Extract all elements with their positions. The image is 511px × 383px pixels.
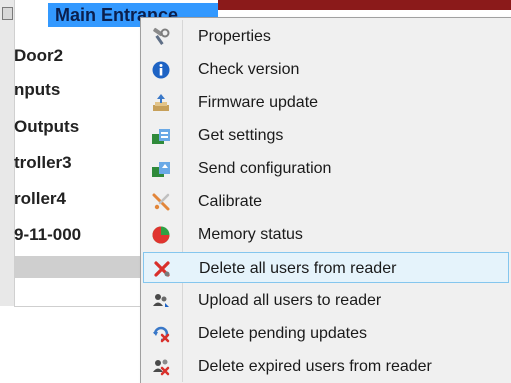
menu-item-firmware-update[interactable]: Firmware update — [143, 87, 509, 118]
tree-item-inputs[interactable]: nputs — [14, 80, 60, 100]
menu-item-send-configuration[interactable]: Send configuration — [143, 153, 509, 184]
menu-item-label: Firmware update — [198, 94, 319, 111]
menu-item-get-settings[interactable]: Get settings — [143, 120, 509, 151]
tree-item-device-id[interactable]: 9-11-000 — [14, 225, 81, 245]
tree-item-controller3[interactable]: troller3 — [14, 153, 72, 173]
menu-item-label: Calibrate — [198, 193, 263, 210]
divider — [14, 306, 140, 307]
menu-item-delete-pending-updates[interactable]: Delete pending updates — [143, 318, 509, 349]
menu-item-delete-all-users[interactable]: Delete all users from reader — [143, 252, 509, 283]
delete-users-icon — [154, 261, 170, 277]
tree-item-controller4[interactable]: roller4 — [14, 189, 66, 209]
menu-item-properties[interactable]: Properties — [143, 21, 509, 52]
controller-icon — [2, 7, 13, 20]
menu-item-delete-expired-users[interactable]: Delete expired users from reader — [143, 351, 509, 382]
menu-item-label: Check version — [198, 61, 300, 78]
delete-expired-icon — [153, 359, 170, 376]
send-configuration-icon — [152, 162, 170, 177]
delete-pending-icon — [153, 326, 170, 343]
menu-item-upload-all-users[interactable]: Upload all users to reader — [143, 285, 509, 316]
menu-item-check-version[interactable]: Check version — [143, 54, 509, 85]
menu-item-label: Memory status — [198, 226, 303, 243]
menu-item-label: Properties — [198, 28, 271, 45]
menu-item-memory-status[interactable]: Memory status — [143, 219, 509, 250]
menu-item-label: Delete expired users from reader — [198, 358, 432, 375]
properties-icon — [153, 27, 170, 45]
info-icon — [152, 61, 170, 79]
menu-item-label: Get settings — [198, 127, 284, 144]
menu-item-label: Delete pending updates — [198, 325, 368, 342]
menu-item-label: Delete all users from reader — [199, 260, 397, 277]
menu-item-label: Send configuration — [198, 160, 332, 177]
tree-row-blank — [14, 256, 140, 278]
menu-item-label: Upload all users to reader — [198, 292, 382, 309]
tree-gutter — [0, 0, 15, 306]
calibrate-icon — [152, 193, 170, 211]
tree-item-outputs[interactable]: Outputs — [14, 117, 79, 137]
device-tree: Door2 nputs Outputs troller3 roller4 9-1… — [0, 0, 160, 383]
firmware-update-icon — [153, 94, 169, 111]
menu-item-calibrate[interactable]: Calibrate — [143, 186, 509, 217]
event-header-strip — [218, 0, 511, 10]
upload-users-icon — [153, 294, 169, 307]
context-menu: Properties Check version Firmware update… — [140, 17, 511, 383]
memory-status-icon — [152, 226, 170, 244]
get-settings-icon — [152, 129, 170, 144]
tree-item-door2[interactable]: Door2 — [14, 46, 63, 66]
